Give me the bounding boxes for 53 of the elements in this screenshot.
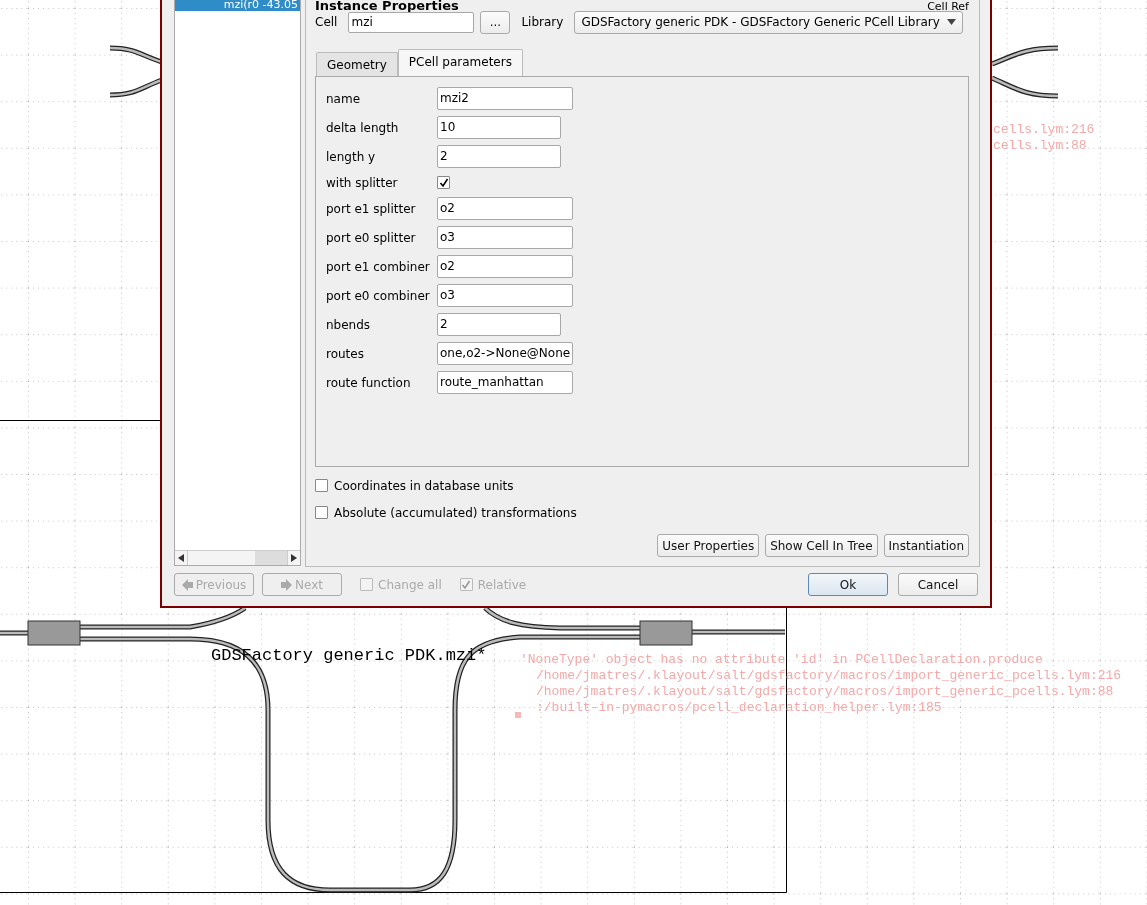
parameter-label: route function: [326, 375, 412, 390]
parameter-label: routes: [326, 346, 365, 361]
parameter-field[interactable]: 2: [437, 313, 561, 336]
cell-ref-label: Cell Ref: [927, 1, 969, 12]
parameter-field[interactable]: 2: [437, 145, 561, 168]
checkbox[interactable]: [315, 506, 328, 519]
cell-field[interactable]: mzi: [348, 11, 475, 33]
parameter-label: with splitter: [326, 175, 399, 190]
caret-icon: [947, 19, 957, 25]
parameter-field[interactable]: mzi2: [437, 87, 573, 110]
tab[interactable]: PCell parameters: [397, 49, 523, 76]
left-arrow-icon: [181, 578, 193, 591]
parameter-label: port e1 splitter: [326, 201, 417, 216]
parameter-label: port e1 combiner: [326, 259, 431, 274]
checkbox-label: Change all: [378, 577, 442, 592]
parameter-label: length y: [326, 149, 377, 164]
ok-button[interactable]: Ok: [808, 573, 888, 596]
dialog-title: Instance Properties: [315, 0, 459, 12]
action-button[interactable]: Show Cell In Tree: [765, 534, 878, 557]
parameter-label: port e0 splitter: [326, 230, 417, 245]
browse-button[interactable]: ...: [480, 10, 511, 34]
parameter-field[interactable]: o2: [437, 255, 573, 278]
library-label: Library: [521, 15, 564, 29]
parameter-label: port e0 combiner: [326, 288, 431, 303]
horizontal-scrollbar[interactable]: [175, 550, 300, 565]
parameter-label: delta length: [326, 120, 400, 135]
parameter-field[interactable]: one,o2->None@None: [437, 342, 573, 365]
error-text: 'NoneType' object has no attribute 'id' in PCellDeclaration.produce: [520, 652, 1044, 668]
parameter-label: name: [326, 91, 362, 106]
cancel-button[interactable]: Cancel: [898, 573, 978, 596]
list-item[interactable]: mzi(r0 -43.05: [175, 0, 300, 11]
scroll-right-icon[interactable]: [291, 554, 297, 562]
checkbox[interactable]: [437, 176, 450, 189]
parameter-label: nbends: [326, 317, 372, 332]
parameter-field[interactable]: route_manhattan: [437, 371, 573, 394]
option-label: Coordinates in database units: [334, 478, 514, 493]
library-dropdown[interactable]: GDSFactory generic PDK - GDSFactory Generic PCell Library: [574, 10, 964, 34]
parameter-field[interactable]: o2: [437, 197, 573, 220]
error-text: cells.lym:216: [993, 122, 1095, 138]
parameter-field[interactable]: 10: [437, 116, 561, 139]
cell-label-text: Cell: [315, 15, 338, 29]
scroll-left-icon[interactable]: [178, 554, 184, 562]
option-label: Absolute (accumulated) transformations: [334, 505, 577, 520]
action-button[interactable]: Instantiation: [883, 534, 969, 557]
action-button[interactable]: User Properties: [657, 534, 760, 557]
parameter-field[interactable]: o3: [437, 284, 573, 307]
checkbox[interactable]: [315, 479, 328, 492]
checkbox-label: Relative: [477, 577, 527, 592]
right-arrow-icon: [281, 578, 292, 591]
parameter-field[interactable]: o3: [437, 226, 573, 249]
tab[interactable]: Geometry: [316, 52, 398, 76]
error-text: cells.lym:88: [993, 138, 1088, 154]
marker-icon: [515, 712, 521, 718]
